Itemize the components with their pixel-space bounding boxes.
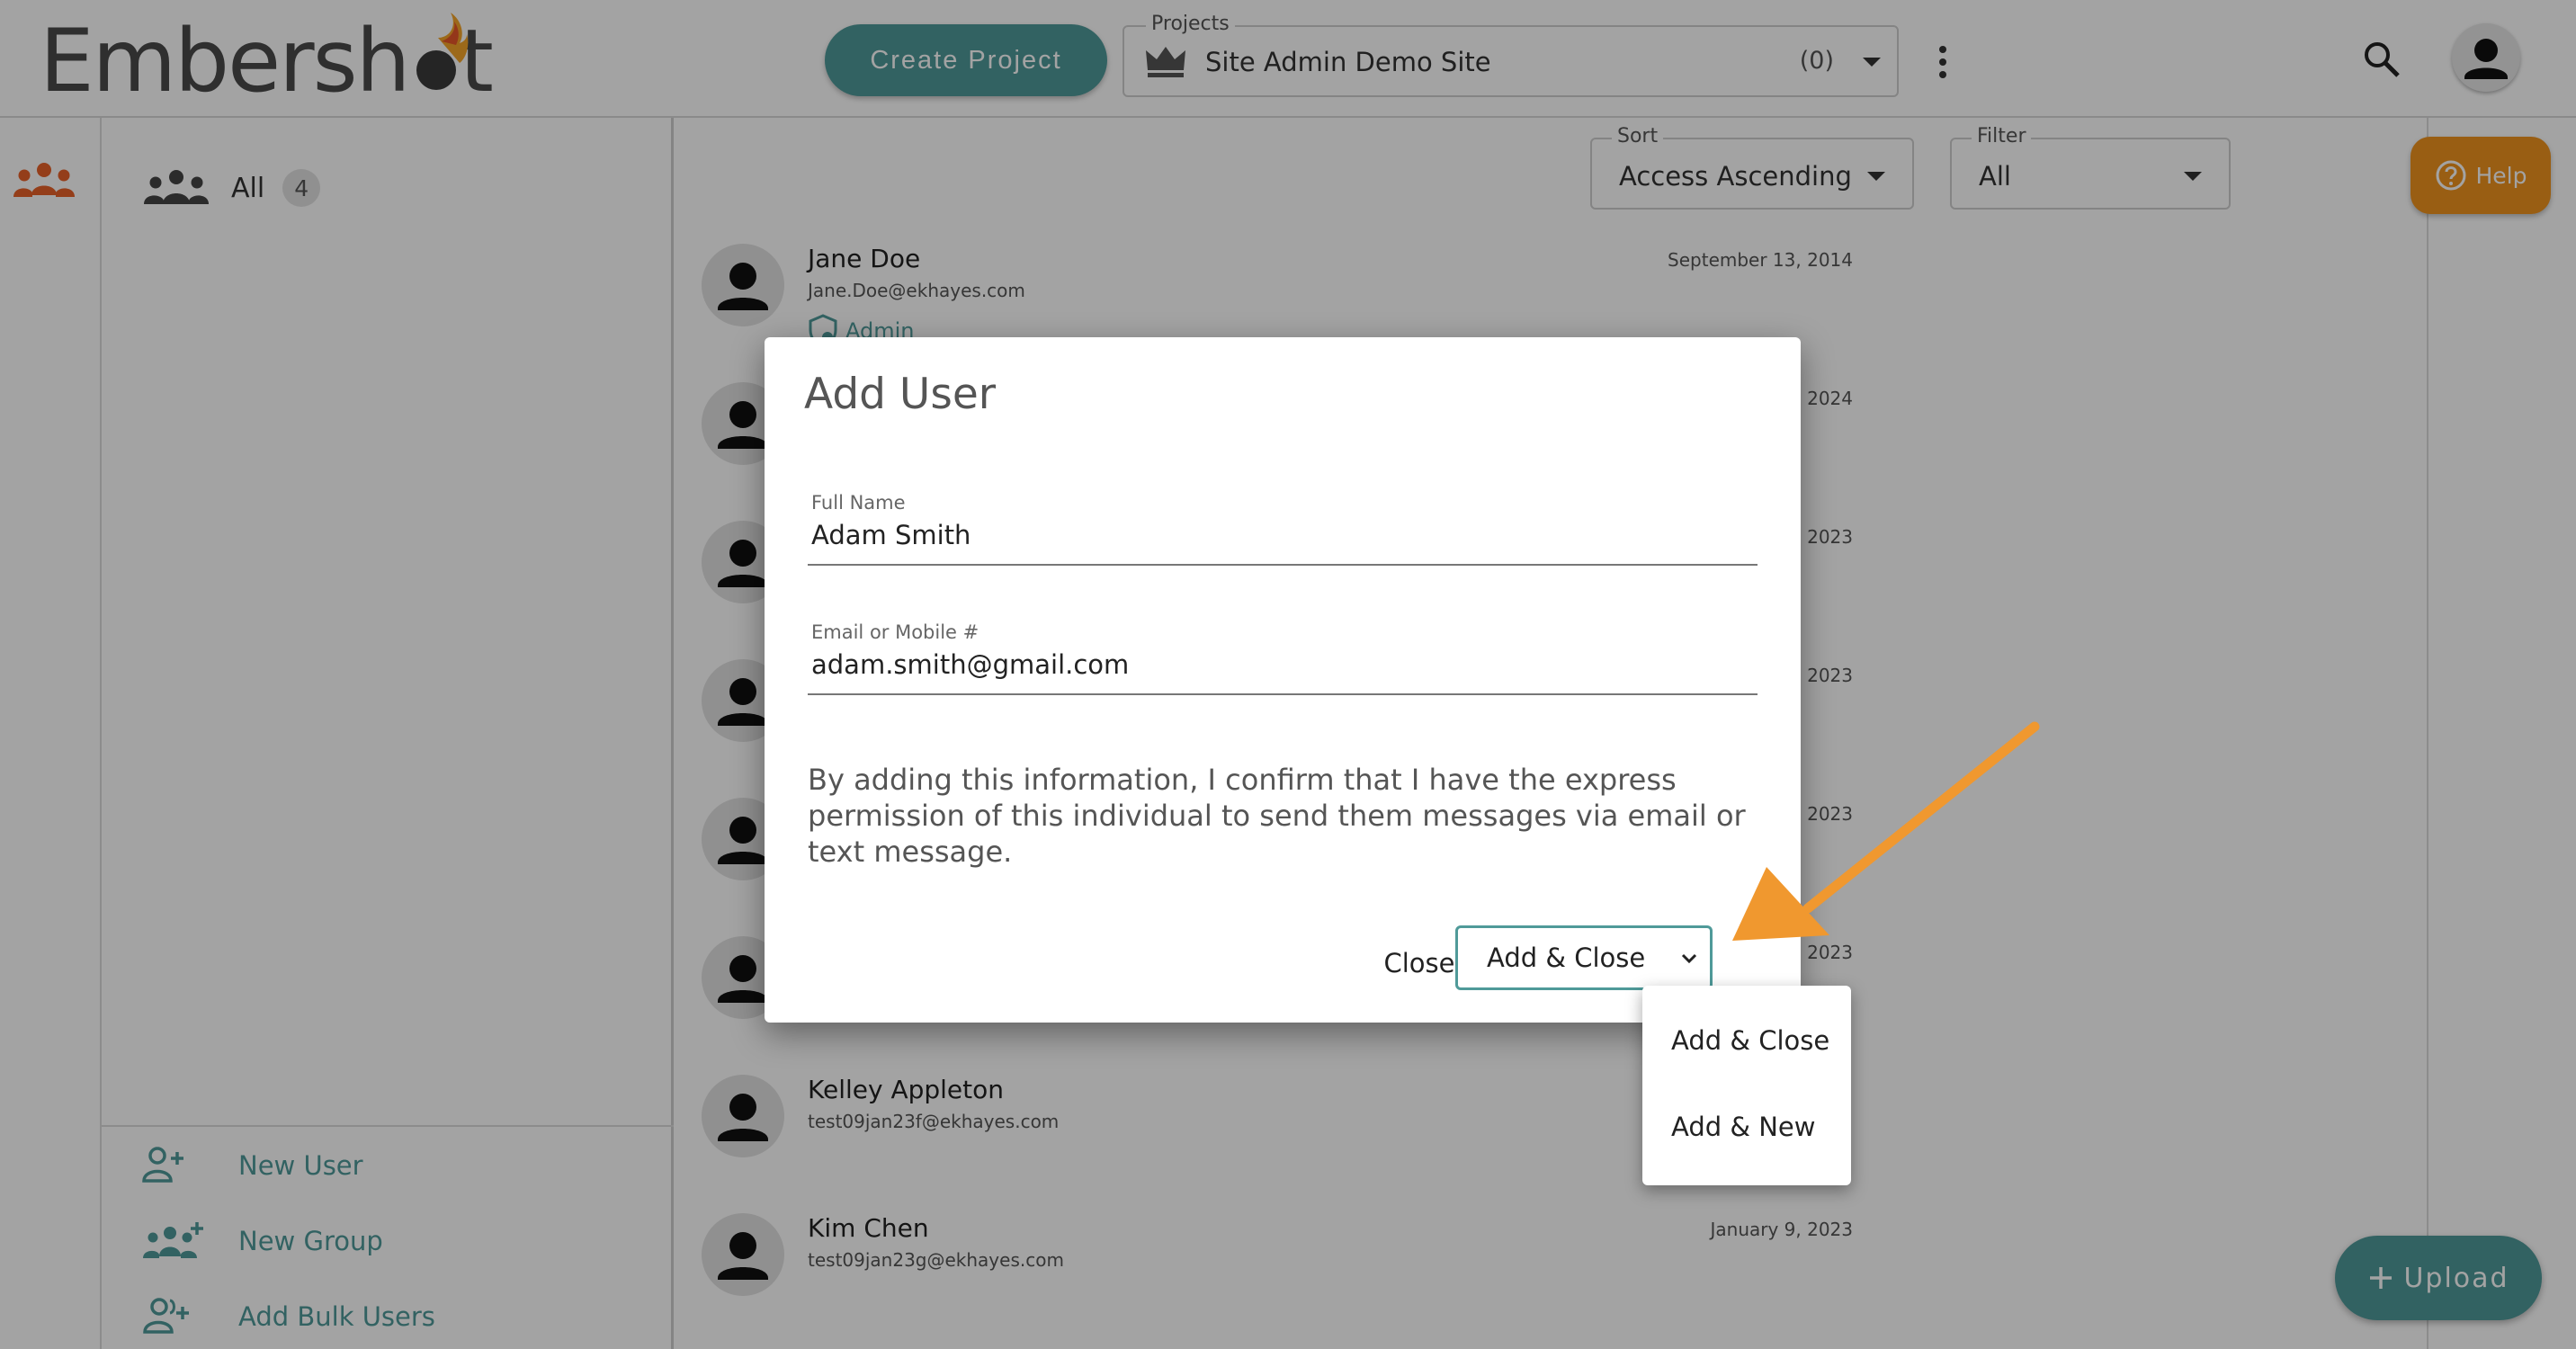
contact-field: Email or Mobile # — [808, 621, 1758, 695]
dialog-title: Add User — [804, 370, 997, 419]
add-and-close-button[interactable]: Add & Close — [1458, 928, 1668, 987]
full-name-input[interactable] — [811, 517, 1747, 553]
consent-text: By adding this information, I confirm th… — [808, 763, 1746, 869]
menu-item-add-new[interactable]: Add & New — [1671, 1112, 1815, 1142]
contact-label: Email or Mobile # — [811, 621, 979, 643]
chevron-down-icon — [1681, 953, 1697, 964]
split-dropdown-toggle[interactable] — [1668, 928, 1710, 987]
full-name-field: Full Name — [808, 492, 1758, 566]
email-or-mobile-input[interactable] — [811, 647, 1747, 683]
menu-item-add-close[interactable]: Add & Close — [1671, 1025, 1829, 1056]
add-user-dialog: Add User Full Name Email or Mobile # By … — [765, 337, 1801, 1023]
full-name-label: Full Name — [811, 492, 906, 514]
add-split-button: Add & Close — [1455, 925, 1713, 990]
add-options-menu: Add & Close Add & New — [1642, 986, 1851, 1185]
